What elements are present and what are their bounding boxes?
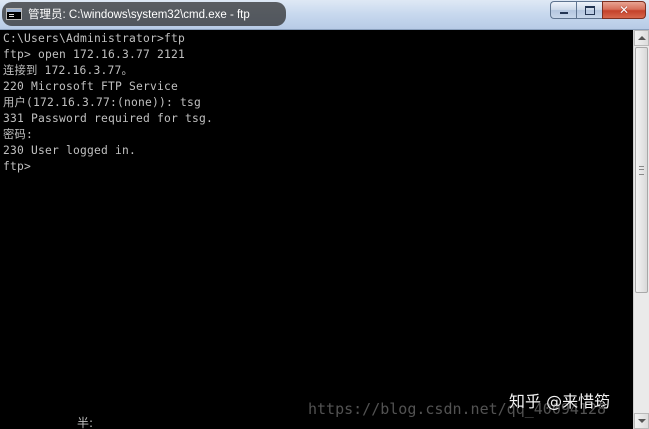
console-prompt-line[interactable]: ftp> [3, 159, 633, 175]
scroll-down-button[interactable] [634, 413, 649, 429]
console-output[interactable]: C:\Users\Administrator>ftp ftp> open 172… [0, 30, 633, 429]
cmd-app-icon[interactable] [6, 8, 22, 20]
arrow-down-icon [637, 419, 646, 423]
close-button[interactable]: ✕ [602, 1, 646, 19]
title-area: 管理员: C:\windows\system32\cmd.exe - ftp [2, 2, 286, 26]
grip-icon [639, 166, 644, 175]
vertical-scrollbar[interactable] [633, 30, 649, 429]
title-bar[interactable]: 管理员: C:\windows\system32\cmd.exe - ftp ✕ [0, 0, 649, 30]
console-lines: C:\Users\Administrator>ftp ftp> open 172… [0, 30, 633, 175]
console-line: 密码: [3, 128, 33, 141]
scroll-up-button[interactable] [634, 30, 649, 46]
console-line: 220 Microsoft FTP Service [3, 80, 179, 93]
zhihu-watermark: 知乎 @来惜筠 [509, 392, 611, 411]
minimize-icon [559, 12, 568, 14]
maximize-icon [584, 5, 595, 15]
console-line: 连接到 172.16.3.77。 [3, 64, 134, 77]
ime-status: 半: [77, 416, 94, 429]
arrow-up-icon [637, 36, 646, 40]
console-line: 331 Password required for tsg. [3, 112, 214, 125]
minimize-button[interactable] [550, 1, 576, 19]
console-line: 230 User logged in. [3, 144, 137, 157]
maximize-button[interactable] [576, 1, 602, 19]
window-title: 管理员: C:\windows\system32\cmd.exe - ftp [28, 9, 250, 21]
window-controls: ✕ [550, 1, 646, 19]
scroll-thumb[interactable] [635, 47, 648, 293]
console-line: 用户(172.16.3.77:(none)): tsg [3, 96, 202, 109]
close-icon: ✕ [618, 3, 630, 17]
console-line: C:\Users\Administrator>ftp [3, 32, 186, 45]
console-line: ftp> open 172.16.3.77 2121 [3, 48, 186, 61]
